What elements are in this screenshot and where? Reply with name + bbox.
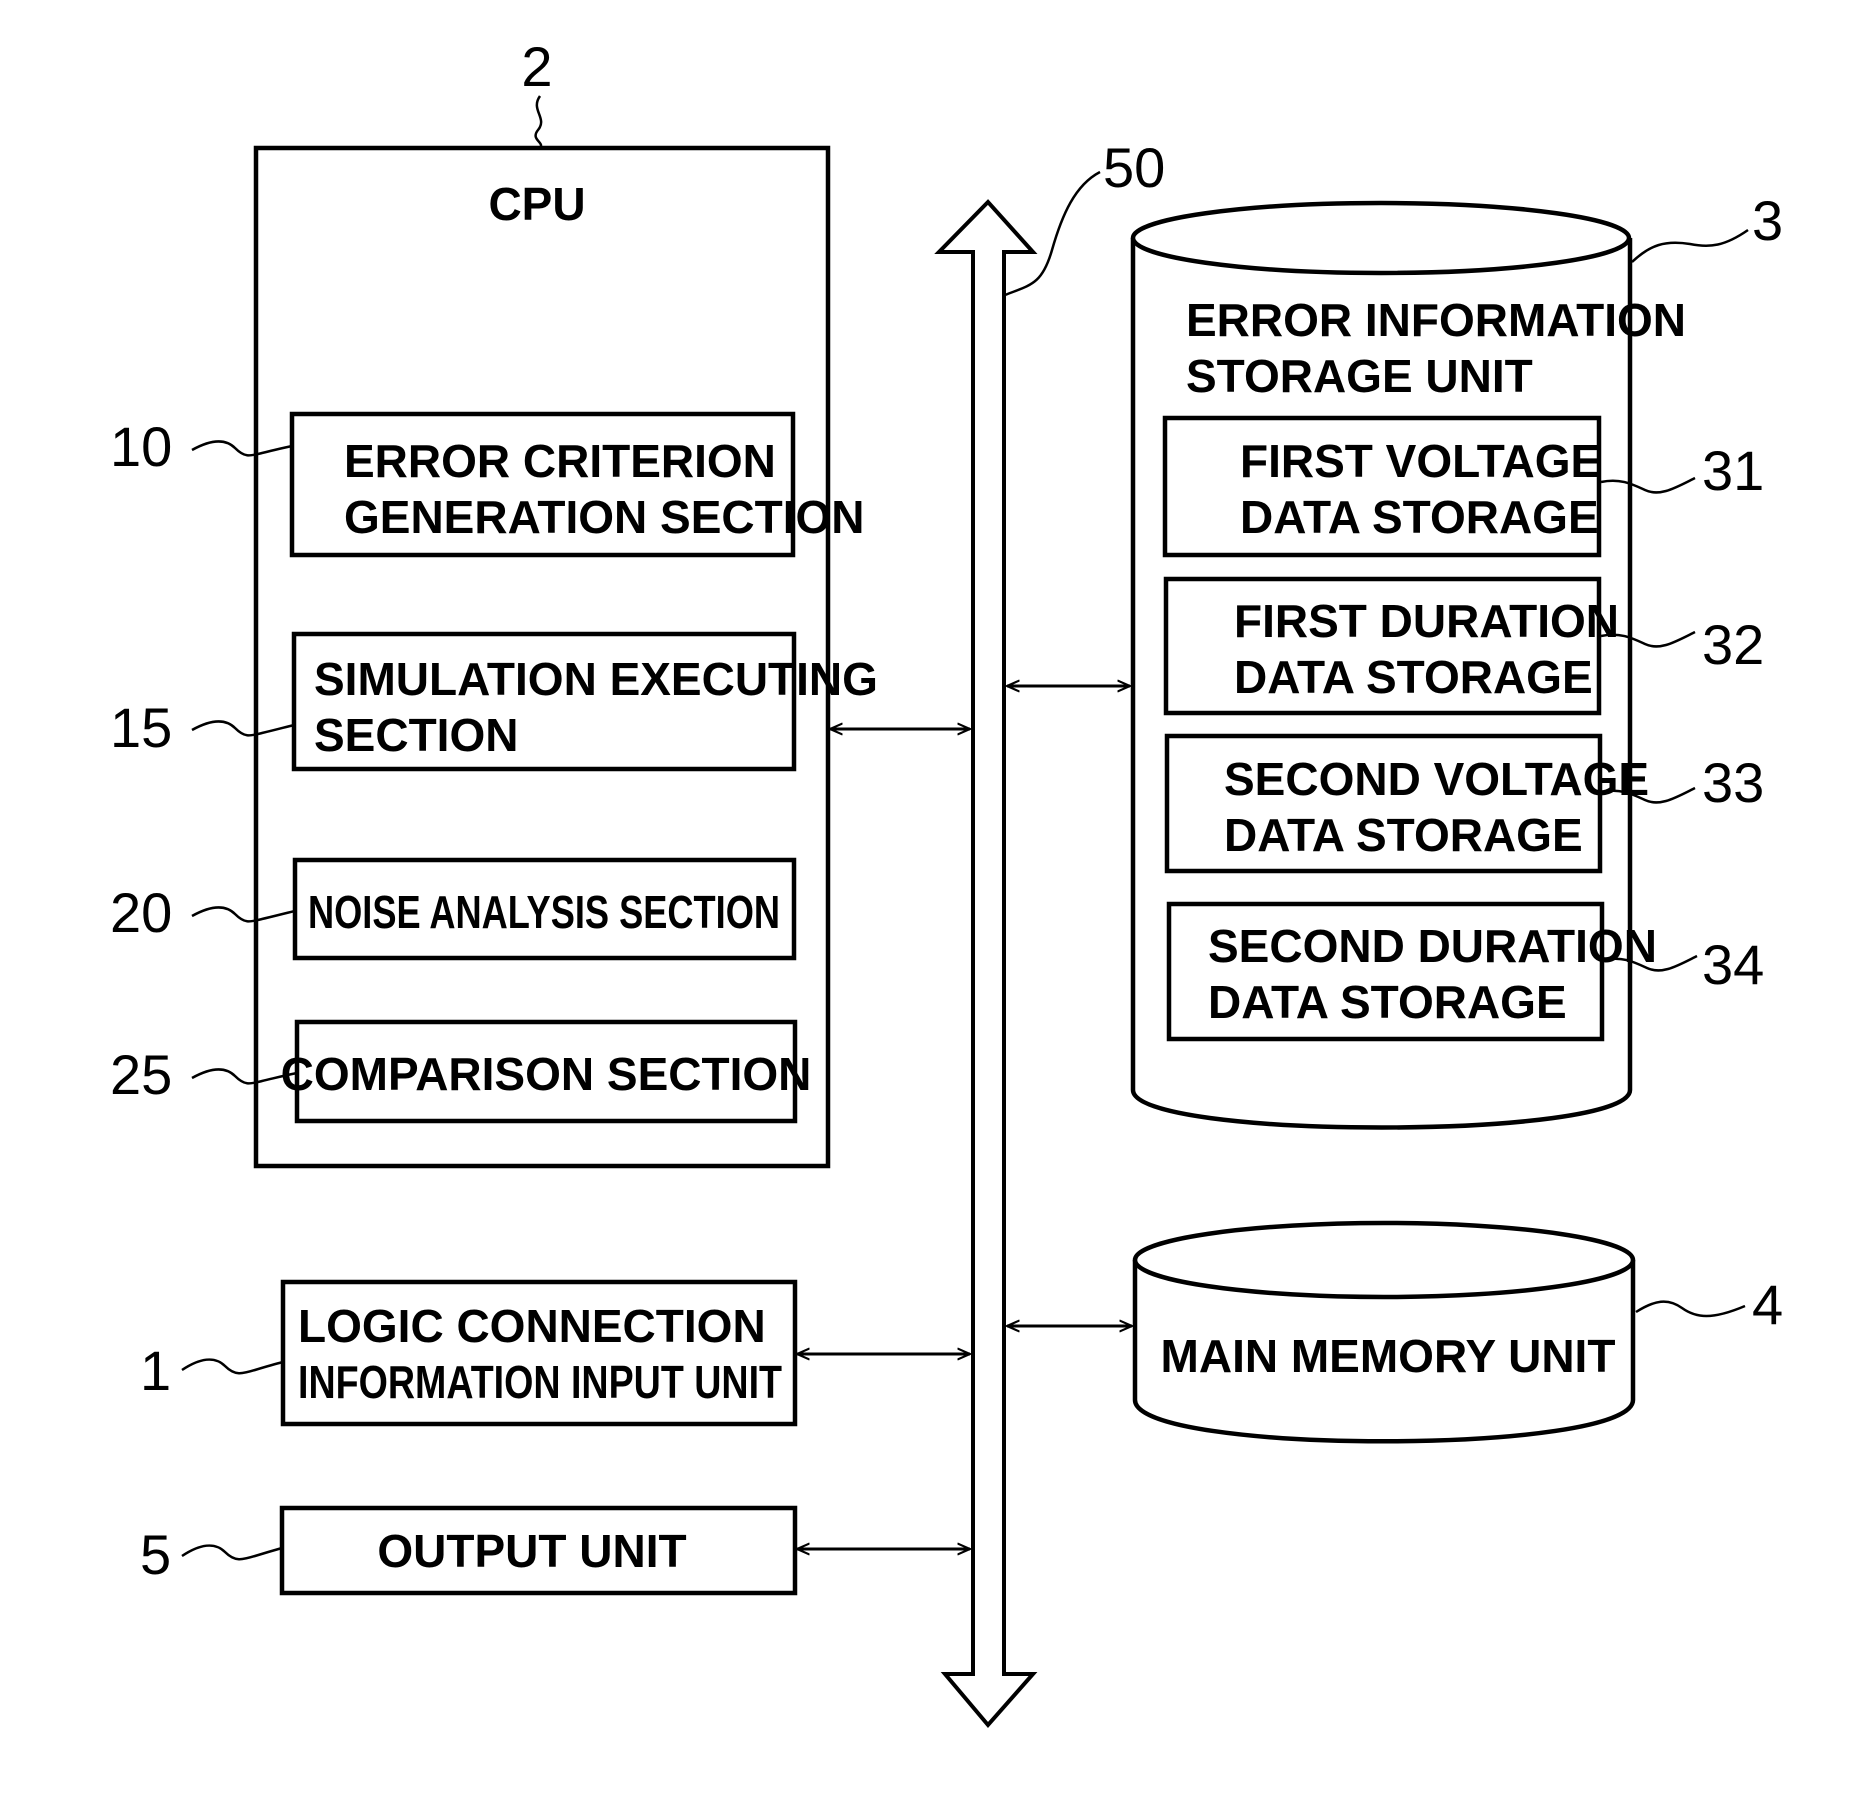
main-memory-unit: MAIN MEMORY UNIT 4 bbox=[1132, 1220, 1783, 1444]
storage-ref-number: 33 bbox=[1702, 751, 1764, 814]
connector-arrows bbox=[797, 686, 1132, 1549]
output-unit-leader-line bbox=[181, 1544, 283, 1561]
section-label-line-2: GENERATION SECTION bbox=[344, 491, 865, 543]
section-label-line-1: SIMULATION EXECUTING bbox=[314, 653, 878, 705]
section-ref-number: 10 bbox=[110, 415, 172, 478]
input-unit-leader-line bbox=[181, 1358, 284, 1375]
input-unit-label-line-1: LOGIC CONNECTION bbox=[298, 1300, 766, 1352]
storage-leader-line bbox=[1631, 228, 1749, 263]
section-label-line-1: COMPARISON SECTION bbox=[281, 1048, 812, 1100]
cpu-block: CPU 2 ERROR CRITERION GENERATION SECTION… bbox=[110, 35, 878, 1169]
error-information-storage-unit: ERROR INFORMATION STORAGE UNIT 3 FIRST V… bbox=[1130, 189, 1783, 1130]
noise-analysis-section: NOISE ANALYSIS SECTION 20 bbox=[110, 857, 797, 961]
error-criterion-generation-section: ERROR CRITERION GENERATION SECTION 10 bbox=[110, 411, 865, 558]
storage-title-line-2: STORAGE UNIT bbox=[1186, 350, 1533, 402]
output-unit-label: OUTPUT UNIT bbox=[377, 1525, 686, 1577]
cpu-leader-line bbox=[534, 95, 543, 149]
section-label-line-2: SECTION bbox=[314, 709, 518, 761]
cpu-ref-number: 2 bbox=[521, 35, 552, 98]
storage-ref-number: 3 bbox=[1752, 189, 1783, 252]
storage-ref-number: 34 bbox=[1702, 933, 1764, 996]
memory-ref-number: 4 bbox=[1752, 1273, 1783, 1336]
storage-label-line-2: DATA STORAGE bbox=[1208, 976, 1567, 1028]
storage-title-line-1: ERROR INFORMATION bbox=[1186, 294, 1686, 346]
storage-label-line-2: DATA STORAGE bbox=[1234, 651, 1593, 703]
storage-ref-number: 31 bbox=[1702, 439, 1764, 502]
bus-double-arrow bbox=[934, 199, 1038, 1729]
memory-label: MAIN MEMORY UNIT bbox=[1161, 1330, 1616, 1382]
bus-leader-line bbox=[1004, 170, 1101, 297]
storage-label-line-1: FIRST DURATION bbox=[1234, 595, 1619, 647]
logic-connection-information-input-unit: LOGIC CONNECTION INFORMATION INPUT UNIT … bbox=[140, 1279, 798, 1427]
storage-label-line-1: FIRST VOLTAGE bbox=[1240, 435, 1601, 487]
memory-cylinder-top bbox=[1132, 1220, 1636, 1300]
comparison-section: COMPARISON SECTION 25 bbox=[110, 1019, 812, 1124]
section-label-line-1: ERROR CRITERION bbox=[344, 435, 776, 487]
second-duration-data-storage: SECOND DURATION DATA STORAGE 34 bbox=[1166, 901, 1764, 1042]
storage-ref-number: 32 bbox=[1702, 613, 1764, 676]
memory-leader-line bbox=[1635, 1300, 1746, 1318]
block-diagram: CPU 2 ERROR CRITERION GENERATION SECTION… bbox=[110, 35, 1783, 1729]
first-voltage-data-storage: FIRST VOLTAGE DATA STORAGE 31 bbox=[1162, 415, 1764, 558]
output-unit-ref-number: 5 bbox=[140, 1523, 171, 1586]
storage-label-line-2: DATA STORAGE bbox=[1224, 809, 1583, 861]
output-unit: OUTPUT UNIT 5 bbox=[140, 1505, 798, 1596]
section-label-line-1: NOISE ANALYSIS SECTION bbox=[308, 886, 780, 938]
section-ref-number: 25 bbox=[110, 1043, 172, 1106]
input-unit-label-line-2: INFORMATION INPUT UNIT bbox=[298, 1356, 782, 1408]
first-duration-data-storage: FIRST DURATION DATA STORAGE 32 bbox=[1163, 576, 1764, 716]
section-ref-number: 20 bbox=[110, 881, 172, 944]
bus-ref-number: 50 bbox=[1103, 136, 1165, 199]
storage-cylinder-top bbox=[1130, 200, 1632, 276]
input-unit-ref-number: 1 bbox=[140, 1339, 171, 1402]
section-ref-number: 15 bbox=[110, 696, 172, 759]
storage-label-line-1: SECOND DURATION bbox=[1208, 920, 1657, 972]
simulation-executing-section: SIMULATION EXECUTING SECTION 15 bbox=[110, 631, 878, 772]
second-voltage-data-storage: SECOND VOLTAGE DATA STORAGE 33 bbox=[1164, 733, 1764, 874]
storage-label-line-1: SECOND VOLTAGE bbox=[1224, 753, 1649, 805]
cpu-title: CPU bbox=[488, 178, 585, 230]
storage-label-line-2: DATA STORAGE bbox=[1240, 491, 1599, 543]
